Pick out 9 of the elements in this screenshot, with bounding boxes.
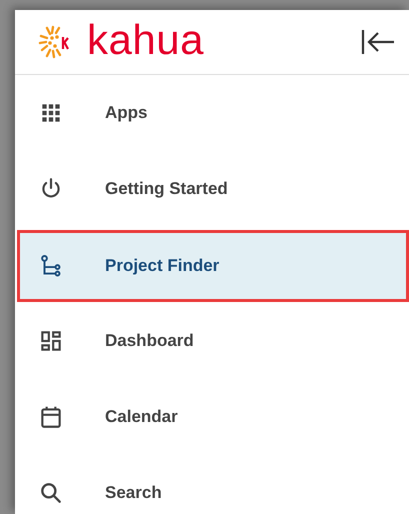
nav-item[interactable]: Project Finder	[17, 230, 409, 302]
nav-item[interactable]: Dashboard	[15, 303, 409, 379]
search-icon	[38, 480, 64, 506]
nav-item[interactable]: Getting Started	[15, 151, 409, 227]
logo-text: kahua	[87, 19, 204, 65]
nav-item[interactable]: Calendar	[15, 379, 409, 455]
collapse-sidebar-button[interactable]	[360, 28, 396, 56]
nav-item[interactable]: Search	[15, 455, 409, 514]
nav-item[interactable]: Apps	[15, 75, 409, 151]
